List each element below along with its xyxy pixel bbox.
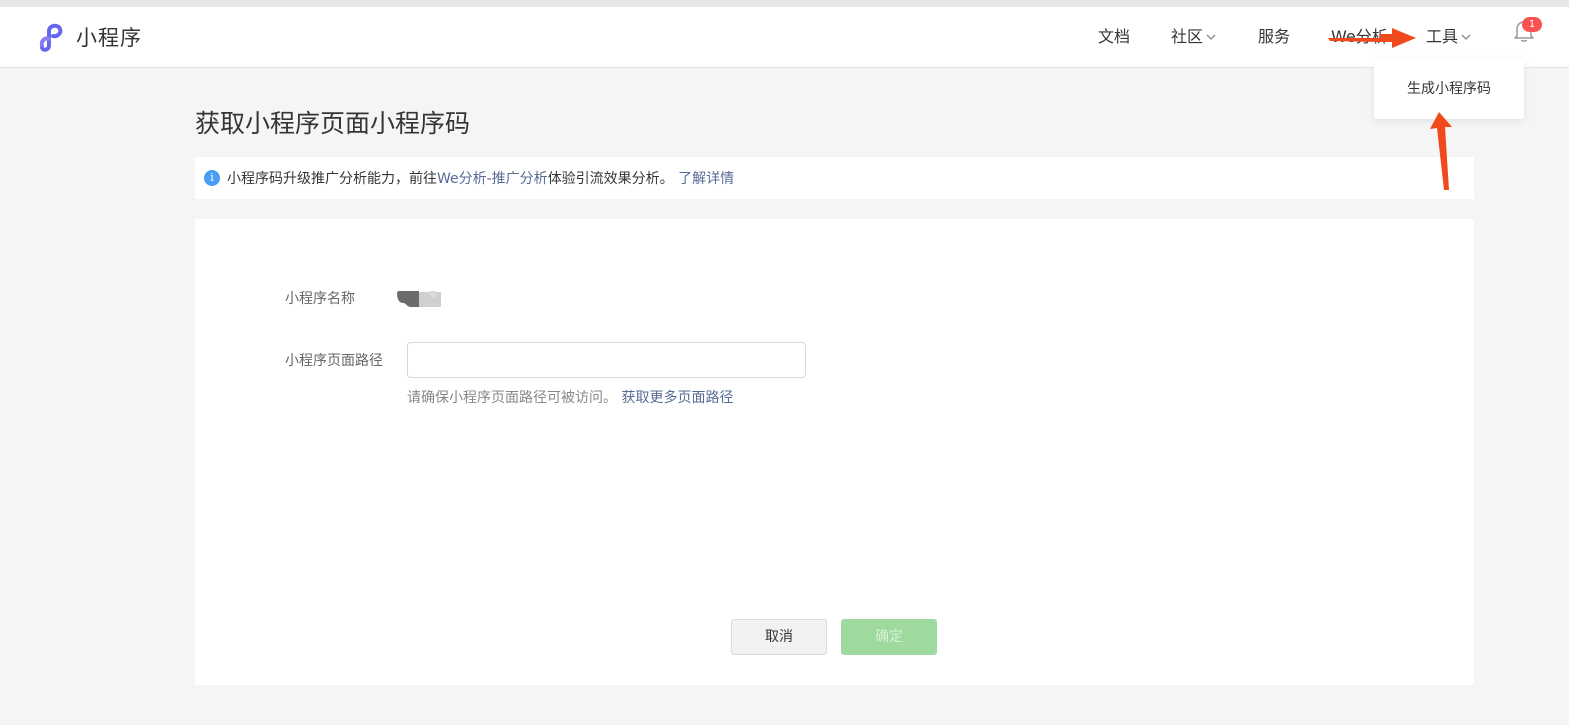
nav-community-label: 社区 (1171, 27, 1204, 46)
page-path-label: 小程序页面路径 (285, 353, 383, 369)
redacted-name-image (397, 291, 441, 307)
info-icon: i (204, 170, 220, 186)
notice-text-before: 小程序码升级推广分析能力，前往 (227, 171, 437, 187)
miniprogram-name-label: 小程序名称 (285, 291, 355, 307)
notification-badge: 1 (1522, 17, 1542, 32)
logo[interactable]: 小程序 (36, 21, 142, 53)
nav-we-analysis[interactable]: We分析 (1331, 25, 1388, 49)
nav-tools[interactable]: 工具 (1426, 25, 1471, 49)
miniprogram-logo-icon (39, 23, 63, 52)
page-path-input[interactable] (407, 342, 806, 378)
notice-banner: i 小程序码升级推广分析能力，前往We分析-推广分析体验引流效果分析。 了解详情 (195, 157, 1474, 199)
page-title: 获取小程序页面小程序码 (195, 109, 471, 138)
form-card: 小程序名称 小程序页面路径 请确保小程序页面路径可被访问。 获取更多页面路径 取… (195, 219, 1474, 685)
nav-tools-label: 工具 (1426, 27, 1459, 46)
chevron-down-icon (1206, 34, 1216, 40)
chevron-down-icon (1461, 34, 1471, 40)
confirm-button[interactable]: 确定 (841, 619, 937, 655)
link-more-page-paths[interactable]: 获取更多页面路径 (621, 390, 733, 406)
nav-community[interactable]: 社区 (1171, 25, 1216, 49)
path-hint-text: 请确保小程序页面路径可被访问。 (407, 390, 622, 406)
cancel-button[interactable]: 取消 (731, 619, 827, 655)
menu-item-generate-code[interactable]: 生成小程序码 (1374, 71, 1524, 107)
top-header: 小程序 文档 社区 服务 We分析 工具 (0, 7, 1569, 68)
link-learn-more[interactable]: 了解详情 (678, 171, 734, 187)
logo-text: 小程序 (76, 26, 142, 50)
link-we-analysis[interactable]: We分析-推广分析 (437, 171, 548, 187)
nav-docs-label: 文档 (1098, 27, 1131, 46)
nav-docs[interactable]: 文档 (1098, 25, 1130, 49)
nav-services[interactable]: 服务 (1258, 25, 1290, 49)
nav-we-analysis-label: We分析 (1331, 27, 1388, 46)
window-top-strip (0, 0, 1569, 7)
nav-services-label: 服务 (1258, 27, 1291, 46)
tools-dropdown-menu: 生成小程序码 (1374, 59, 1524, 119)
path-hint: 请确保小程序页面路径可被访问。 获取更多页面路径 (407, 387, 733, 407)
notice-text-after: 体验引流效果分析。 (547, 171, 679, 187)
notice-text: 小程序码升级推广分析能力，前往We分析-推广分析体验引流效果分析。 了解详情 (227, 168, 734, 188)
